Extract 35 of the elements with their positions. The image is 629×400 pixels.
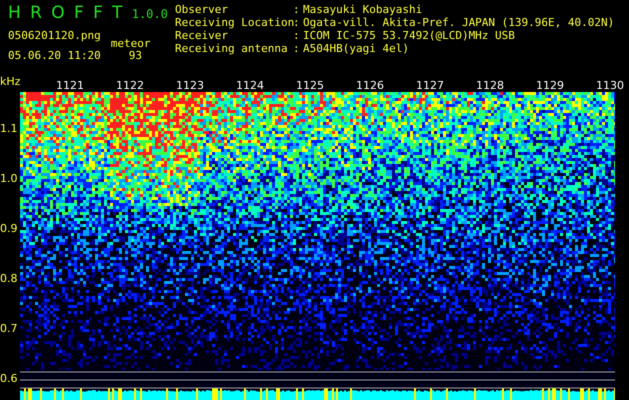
colon-separator: :	[293, 29, 301, 42]
colon-separator: :	[293, 3, 301, 16]
time-label: 1126	[356, 80, 385, 92]
frequency-label: 0.8	[0, 273, 18, 285]
frequency-label: 0.9	[0, 223, 18, 235]
info-label: Receiver	[175, 29, 229, 42]
time-label: 1128	[476, 80, 505, 92]
info-label: Receiving antenna	[175, 42, 289, 55]
info-value: Ogata-vill. Akita-Pref. JAPAN (139.96E, 40.02N)	[303, 16, 614, 29]
frequency-label: 0.7	[0, 323, 18, 335]
time-label: 1123	[176, 80, 205, 92]
info-value: ICOM IC-575 53.7492(@LCD)MHz USB	[303, 29, 515, 42]
time-label: 1127	[416, 80, 445, 92]
unit-label: kHz	[0, 74, 20, 90]
info-value: Masayuki Kobayashi	[303, 3, 422, 16]
time-label: 1130	[596, 80, 625, 92]
time-label: 1129	[536, 80, 565, 92]
info-label: Receiving Location	[175, 16, 293, 29]
frequency-label: 0.6	[0, 373, 18, 385]
date-time: 05.06.20 11:20	[8, 48, 101, 64]
time-label: 1124	[236, 80, 265, 92]
frequency-label: 1.0	[0, 173, 18, 185]
time-label: 1122	[116, 80, 145, 92]
meteor-count: 93	[128, 48, 142, 64]
colon-separator: :	[293, 16, 301, 29]
meteor-label: meteor	[110, 36, 150, 50]
time-label: 1125	[296, 80, 325, 92]
colon-separator: :	[293, 42, 301, 55]
info-value: A504HB(yagi 4el)	[303, 42, 409, 55]
time-label: 1121	[56, 80, 85, 92]
version-number: 1.0.0	[132, 6, 168, 23]
app-title: HROFFT	[8, 2, 132, 25]
frequency-label: 1.1	[0, 123, 18, 135]
info-label: Observer	[175, 3, 229, 16]
file-name: 0506201120.png	[8, 28, 101, 44]
